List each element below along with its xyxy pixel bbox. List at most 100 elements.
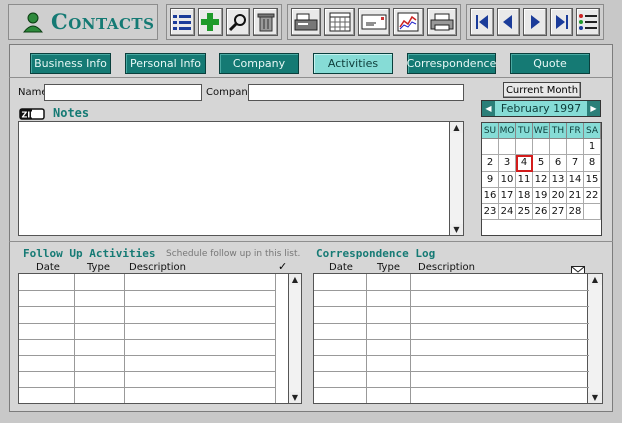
calendar-button[interactable] [324, 8, 355, 36]
output-toolbar [287, 4, 461, 40]
followup-scrollbar[interactable]: ▲ ▼ [288, 274, 301, 403]
calendar-day[interactable]: 6 [550, 155, 567, 172]
scroll-down-icon[interactable]: ▼ [289, 392, 301, 403]
print-icon [430, 13, 454, 31]
person-icon [22, 11, 44, 37]
calendar-day[interactable]: 5 [533, 155, 550, 172]
calendar-day[interactable]: 18 [516, 187, 533, 204]
name-field[interactable] [44, 84, 202, 101]
previous-record-icon [500, 13, 516, 31]
correspondence-scrollbar[interactable]: ▲ ▼ [587, 274, 602, 403]
calendar-day[interactable]: 26 [533, 203, 550, 221]
scroll-down-icon[interactable]: ▼ [588, 392, 602, 403]
scroll-up-icon[interactable]: ▲ [289, 274, 301, 285]
calendar-day[interactable]: 1 [584, 139, 601, 156]
calendar-day[interactable]: 8 [584, 155, 601, 172]
prev-month-icon[interactable]: ◀ [482, 101, 495, 116]
list-view-button[interactable] [170, 8, 195, 36]
scroll-down-icon[interactable]: ▼ [450, 224, 463, 235]
calendar-day[interactable]: 13 [550, 171, 567, 188]
correspondence-table[interactable]: ▲ ▼ [313, 273, 603, 404]
followup-col-date: Date [36, 262, 60, 273]
calendar-day[interactable]: 17 [499, 187, 516, 204]
table-row [19, 306, 276, 308]
calendar-month-label: February 1997 [500, 102, 582, 115]
calendar-day[interactable]: 20 [550, 187, 567, 204]
tab-correspondence[interactable]: Correspondence [407, 53, 496, 74]
fax-button[interactable] [291, 8, 322, 36]
company-label: Company [206, 87, 254, 98]
table-row [19, 338, 276, 340]
print-button[interactable] [426, 8, 457, 36]
envelope-icon [361, 14, 387, 30]
tab-personal-info[interactable]: Personal Info [125, 53, 206, 74]
calendar-day[interactable]: 16 [482, 187, 499, 204]
table-row [19, 290, 276, 292]
scroll-up-icon[interactable]: ▲ [450, 122, 463, 133]
menu-list-button[interactable] [576, 8, 600, 36]
tab-quote[interactable]: Quote [510, 53, 590, 74]
table-row [19, 355, 276, 356]
divider [9, 241, 613, 242]
correspondence-col-description: Description [418, 262, 475, 273]
followup-table[interactable]: ▲ ▼ [18, 273, 302, 404]
tab-company[interactable]: Company [219, 53, 299, 74]
calendar-empty-cell [567, 139, 584, 156]
last-record-button[interactable] [549, 8, 574, 36]
calendar-empty-cell [550, 139, 567, 156]
calendar-empty-cell [499, 139, 516, 156]
calendar-day[interactable]: 23 [482, 203, 499, 221]
current-month-button[interactable]: Current Month [503, 82, 581, 98]
report-button[interactable] [393, 8, 424, 36]
table-row [314, 387, 589, 389]
company-field[interactable] [248, 84, 464, 101]
add-record-button[interactable] [197, 8, 223, 36]
calendar-day[interactable]: 15 [584, 171, 601, 188]
find-button[interactable] [225, 8, 251, 36]
svg-text:ZIP: ZIP [22, 111, 37, 120]
next-record-icon [527, 13, 543, 31]
calendar-grid: SU MO TU WE TH FR SA 1 2 3 4 5 6 7 8 9 10 11 12 13 14 15 16 17 1… [481, 122, 602, 236]
calendar-day[interactable]: 4 [516, 155, 533, 172]
calendar-day[interactable]: 14 [567, 171, 584, 188]
calendar-day[interactable]: 25 [516, 203, 533, 221]
next-record-button[interactable] [523, 8, 547, 36]
calendar-day[interactable]: 10 [499, 171, 516, 188]
calendar-day[interactable]: 21 [567, 187, 584, 204]
followup-col-description: Description [129, 262, 186, 273]
delete-button[interactable] [253, 8, 278, 36]
calendar-day[interactable]: 22 [584, 187, 601, 204]
find-icon [228, 12, 248, 32]
table-row [314, 322, 589, 324]
calendar-day[interactable]: 7 [567, 155, 584, 172]
calendar-day[interactable]: 28 [567, 203, 584, 221]
calendar-day[interactable]: 3 [499, 155, 516, 172]
notes-textarea[interactable]: ▲ ▼ [18, 121, 464, 236]
followup-title: Follow Up Activities [23, 247, 156, 260]
calendar-day[interactable]: 27 [550, 203, 567, 221]
envelope-button[interactable] [357, 8, 391, 36]
calendar-day[interactable]: 2 [482, 155, 499, 172]
followup-col-type: Type [87, 262, 110, 273]
table-row [19, 371, 276, 373]
notes-scrollbar[interactable]: ▲ ▼ [449, 122, 463, 235]
tab-business-info[interactable]: Business Info [30, 53, 111, 74]
app-title-panel: Contacts [8, 4, 158, 40]
calendar-nav: ◀ February 1997 ▶ [481, 100, 601, 117]
tab-activities[interactable]: Activities [313, 53, 393, 74]
calendar-day[interactable]: 9 [482, 171, 499, 188]
first-record-button[interactable] [470, 8, 494, 36]
calendar-day-header: FR [567, 123, 584, 140]
table-row [19, 322, 276, 324]
calendar-empty-cell [584, 203, 601, 221]
scroll-up-icon[interactable]: ▲ [588, 274, 602, 285]
calendar-day[interactable]: 19 [533, 187, 550, 204]
next-month-icon[interactable]: ▶ [587, 101, 600, 116]
previous-record-button[interactable] [496, 8, 521, 36]
calendar-day[interactable]: 12 [533, 171, 550, 188]
divider [9, 77, 613, 78]
calendar-day[interactable]: 11 [516, 171, 533, 188]
calendar-day[interactable]: 24 [499, 203, 516, 221]
calendar-empty-cell [533, 139, 550, 156]
table-row [19, 387, 276, 389]
